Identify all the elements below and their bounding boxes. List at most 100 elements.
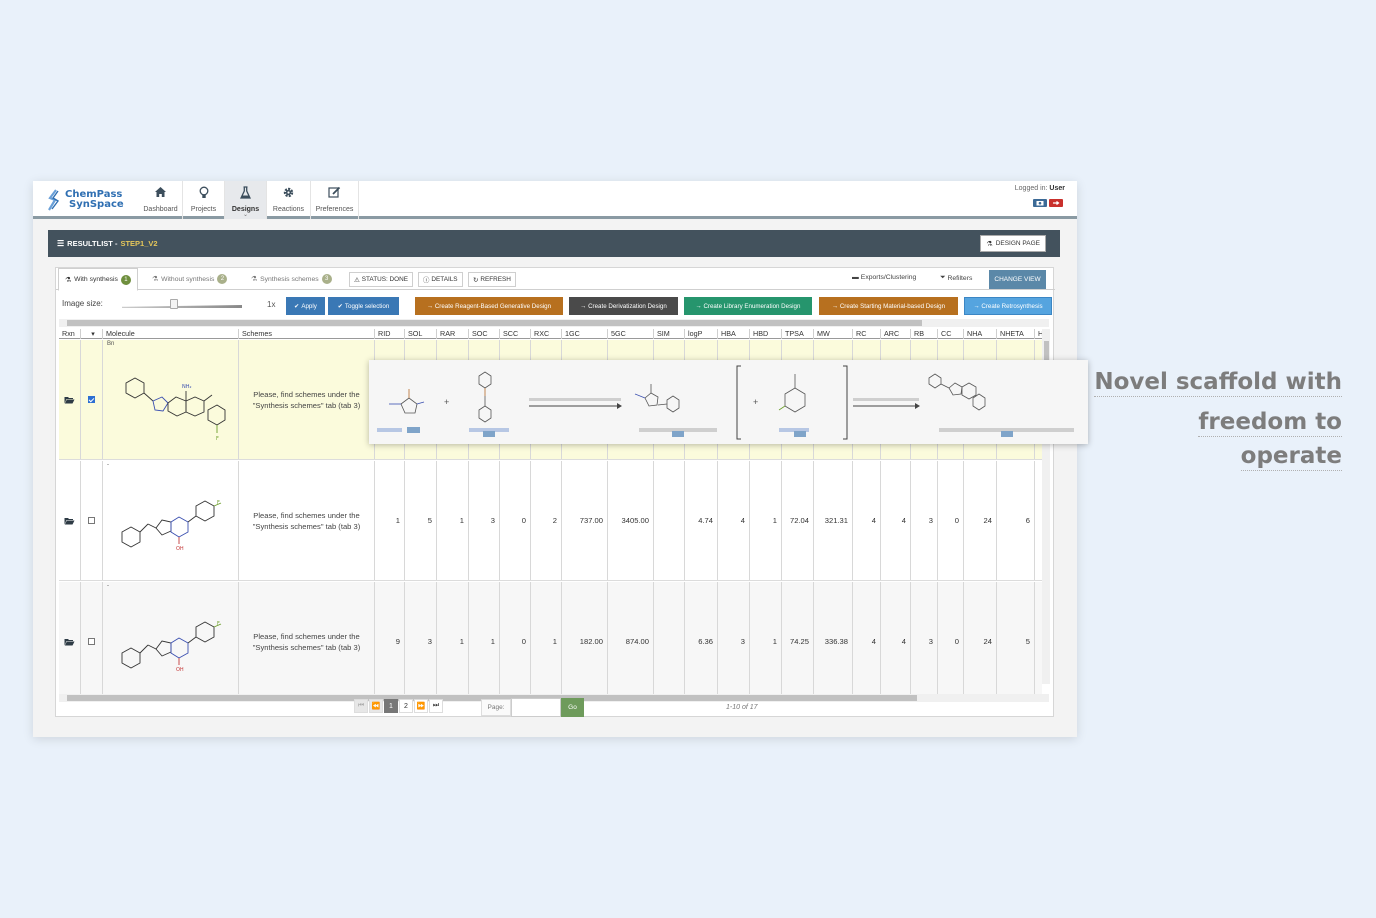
toggle-selection-button[interactable]: ✔ Toggle selection bbox=[328, 297, 399, 315]
column-header[interactable]: MW bbox=[814, 329, 853, 339]
rxn-cell[interactable] bbox=[59, 340, 81, 459]
column-header[interactable]: RID bbox=[375, 329, 405, 339]
top-navigation: ChemPass SynSpace Dashboard Projects Des… bbox=[33, 181, 1077, 219]
image-size-slider-track[interactable] bbox=[122, 305, 242, 308]
column-header[interactable]: SOC bbox=[469, 329, 500, 339]
value-cell: 24 bbox=[964, 582, 997, 694]
nav-reactions[interactable]: Reactions bbox=[267, 181, 311, 219]
first-page-button[interactable]: ⏮ bbox=[354, 699, 368, 713]
page-input[interactable] bbox=[511, 698, 561, 717]
logo[interactable]: ChemPass SynSpace bbox=[47, 189, 124, 211]
refilters-button[interactable]: ⏷ Refilters bbox=[940, 274, 972, 282]
value-cell: 3 bbox=[718, 582, 750, 694]
column-header[interactable]: SIM bbox=[654, 329, 685, 339]
select-cell[interactable] bbox=[81, 340, 103, 459]
library-enumeration-button[interactable]: → Create Library Enumeration Design bbox=[684, 297, 812, 315]
derivatization-design-button[interactable]: → Create Derivatization Design bbox=[569, 297, 678, 315]
column-header[interactable]: HBA bbox=[718, 329, 750, 339]
nav-dashboard[interactable]: Dashboard bbox=[139, 181, 183, 219]
svg-text:OH: OH bbox=[176, 546, 184, 552]
camera-icon[interactable] bbox=[1033, 199, 1047, 207]
value-cell: 737.00 bbox=[562, 461, 608, 580]
value-cell: 336.38 bbox=[814, 582, 853, 694]
row-checkbox[interactable] bbox=[88, 396, 95, 403]
select-cell[interactable] bbox=[81, 461, 103, 580]
column-header[interactable]: Molecule bbox=[103, 329, 239, 339]
refresh-button[interactable]: ↻ REFRESH bbox=[468, 272, 516, 287]
nav-preferences[interactable]: Preferences bbox=[311, 181, 359, 219]
value-cell: 3405.00 bbox=[608, 461, 654, 580]
flask-icon: ⚗ bbox=[986, 240, 993, 248]
column-header[interactable]: 5GC bbox=[608, 329, 654, 339]
details-label: DETAILS bbox=[431, 276, 458, 283]
select-cell[interactable] bbox=[81, 582, 103, 694]
caret-down-icon[interactable]: ▾ bbox=[91, 329, 95, 338]
table-row[interactable]: - F OH Please, find schemes under the "S… bbox=[59, 461, 1042, 581]
svg-text:F: F bbox=[216, 436, 219, 442]
status-button[interactable]: ⚠ STATUS: DONE bbox=[349, 272, 414, 287]
flask-icon: ⚗ bbox=[152, 276, 159, 283]
tab-with-synthesis[interactable]: ⚗ With synthesis 1 bbox=[58, 268, 138, 291]
molecule-note: Bn bbox=[107, 341, 115, 347]
starting-material-design-button[interactable]: → Create Starting Material-based Design bbox=[819, 297, 958, 315]
page-button[interactable]: 2 bbox=[399, 699, 413, 713]
svg-text:F: F bbox=[217, 500, 220, 506]
column-header[interactable]: H bbox=[1035, 329, 1042, 339]
value-cell bbox=[654, 582, 685, 694]
value-cell: 4 bbox=[881, 582, 911, 694]
tab-without-synthesis[interactable]: ⚗ Without synthesis 2 bbox=[146, 268, 233, 290]
design-page-button[interactable]: ⚗ DESIGN PAGE bbox=[980, 235, 1046, 252]
column-header[interactable]: Schemes bbox=[239, 329, 375, 339]
value-cell: 6.36 bbox=[685, 582, 718, 694]
page-button[interactable]: 1 bbox=[384, 699, 398, 713]
value-cell: 3 bbox=[911, 461, 938, 580]
value-cell: 1 bbox=[750, 582, 782, 694]
column-header[interactable]: TPSA bbox=[782, 329, 814, 339]
column-header[interactable]: SOL bbox=[405, 329, 437, 339]
column-header[interactable]: RC bbox=[853, 329, 881, 339]
value-cell: 1 bbox=[437, 582, 469, 694]
column-header[interactable]: NHETA bbox=[997, 329, 1035, 339]
select-all-dropdown[interactable]: ▾ bbox=[81, 329, 103, 339]
value-cell: 1 bbox=[375, 461, 405, 580]
refresh-label: REFRESH bbox=[480, 276, 511, 283]
apply-button[interactable]: ✔ Apply bbox=[286, 297, 325, 315]
column-header[interactable]: HBD bbox=[750, 329, 782, 339]
column-header[interactable]: RAR bbox=[437, 329, 469, 339]
refresh-icon: ↻ bbox=[473, 276, 479, 284]
nav-designs[interactable]: Designs ⌄ bbox=[225, 181, 267, 219]
image-size-slider-handle[interactable] bbox=[170, 299, 178, 309]
column-header[interactable]: CC bbox=[938, 329, 964, 339]
column-header[interactable]: NHA bbox=[964, 329, 997, 339]
last-page-button[interactable]: ⏭ bbox=[429, 699, 443, 713]
value-cell: 182.00 bbox=[562, 582, 608, 694]
exports-clustering-button[interactable]: ▬ Exports/Clustering bbox=[852, 274, 916, 281]
nav-projects[interactable]: Projects bbox=[183, 181, 225, 219]
prev-page-button[interactable]: ⏪ bbox=[369, 699, 383, 713]
row-checkbox[interactable] bbox=[88, 638, 95, 645]
folder-open-icon bbox=[64, 396, 75, 403]
column-header[interactable]: Rxn bbox=[59, 329, 81, 339]
details-button[interactable]: ⓘ DETAILS bbox=[418, 272, 463, 287]
next-page-button[interactable]: ⏩ bbox=[414, 699, 428, 713]
rxn-cell[interactable] bbox=[59, 461, 81, 580]
column-header[interactable]: logP bbox=[685, 329, 718, 339]
table-row[interactable]: - F OH Please, find schemes under the "S… bbox=[59, 582, 1042, 694]
column-header[interactable]: SCC bbox=[500, 329, 531, 339]
folder-icon: ▬ bbox=[852, 274, 859, 281]
reagent-design-button[interactable]: → Create Reagent-Based Generative Design bbox=[415, 297, 563, 315]
svg-text:OH: OH bbox=[176, 667, 184, 673]
logout-icon[interactable] bbox=[1049, 199, 1063, 207]
column-header[interactable]: RB bbox=[911, 329, 938, 339]
column-header[interactable]: ARC bbox=[881, 329, 911, 339]
column-header[interactable]: RXC bbox=[531, 329, 562, 339]
tab-synthesis-schemes[interactable]: ⚗ Synthesis schemes 3 bbox=[245, 268, 338, 290]
retrosynthesis-button[interactable]: → Create Retrosynthesis bbox=[964, 297, 1052, 315]
rxn-cell[interactable] bbox=[59, 582, 81, 694]
column-header[interactable]: 1GC bbox=[562, 329, 608, 339]
row-checkbox[interactable] bbox=[88, 517, 95, 524]
chevron-down-icon: ⌄ bbox=[242, 212, 249, 218]
go-button[interactable]: Go bbox=[561, 698, 584, 717]
horizontal-scrollbar-top[interactable] bbox=[59, 319, 1049, 327]
change-view-button[interactable]: CHANGE VIEW bbox=[989, 270, 1046, 289]
